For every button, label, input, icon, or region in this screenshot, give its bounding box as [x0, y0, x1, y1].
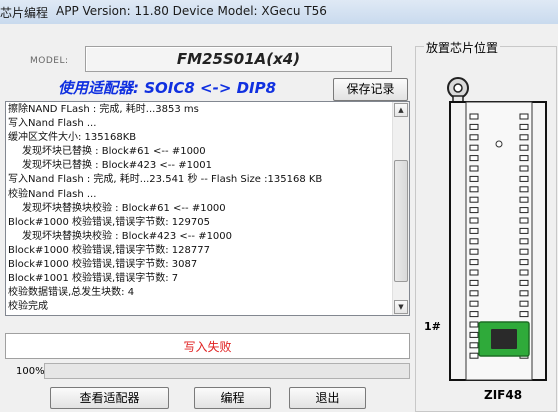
- exit-button[interactable]: 退出: [289, 387, 366, 409]
- socket-marker: [495, 140, 503, 148]
- title-bar: 芯片编程 APP Version: 11.80 Device Model: XG…: [0, 0, 558, 25]
- socket-pin-left: [469, 290, 479, 297]
- log-line: Block#1000 校验错误,错误字节数: 3087: [8, 259, 198, 271]
- socket-pin-left: [469, 217, 479, 224]
- socket-pin-right: [519, 238, 529, 245]
- socket-pin-right: [519, 248, 529, 255]
- socket-pin-left: [469, 186, 479, 193]
- socket-pin-left: [469, 259, 479, 266]
- socket-pin-left: [469, 321, 479, 328]
- socket-pin-left: [469, 279, 479, 286]
- socket-pin-left: [469, 311, 479, 318]
- socket-pin-right: [519, 175, 529, 182]
- socket-pin-left: [469, 227, 479, 234]
- progress-fill: [45, 364, 409, 378]
- scroll-up-icon[interactable]: ▲: [394, 103, 408, 117]
- log-line: 校验数据错误,总发生块数: 4: [8, 287, 135, 299]
- zif-socket-icon: [447, 77, 547, 381]
- socket-pin-left: [469, 342, 479, 349]
- socket-pin-right: [519, 311, 529, 318]
- socket-pin-left: [469, 123, 479, 130]
- socket-pin-left: [469, 113, 479, 120]
- socket-pin-left: [469, 144, 479, 151]
- chip-position-title: 放置芯片位置: [424, 39, 501, 56]
- log-panel[interactable]: 擦除NAND FLash : 完成, 耗时...3853 ms 写入Nand Fl…: [5, 101, 410, 316]
- socket-pin-right: [519, 155, 529, 162]
- socket-pin-right: [519, 134, 529, 141]
- log-line: 缓冲区文件大小: 135168KB: [8, 132, 137, 144]
- log-line: 发现坏块已替换 : Block#423 <-- #1001: [22, 160, 213, 172]
- socket-pin-right: [519, 269, 529, 276]
- log-line: 写入Nand Flash ...: [8, 118, 97, 130]
- socket-pin-right: [519, 259, 529, 266]
- log-line: Block#1000 校验错误,错误字节数: 129705: [8, 216, 210, 228]
- log-line: Block#1000 校验错误,错误字节数: 128777: [8, 244, 210, 256]
- socket-pin-right: [519, 279, 529, 286]
- socket-pin-left: [469, 269, 479, 276]
- socket-pin-left: [469, 207, 479, 214]
- socket-pin-left: [469, 352, 479, 359]
- socket-pin-right: [519, 113, 529, 120]
- socket-pin-right: [519, 186, 529, 193]
- socket-pin-left: [469, 155, 479, 162]
- app-info: APP Version: 11.80 Device Model: XGecu T…: [56, 4, 327, 18]
- model-label: MODEL:: [30, 56, 69, 66]
- socket-pin-left: [469, 248, 479, 255]
- adapter-info: 使用适配器: SOIC8 <-> DIP8: [58, 79, 277, 97]
- progress-bar: [44, 363, 410, 379]
- status-text: 写入失败: [183, 340, 232, 354]
- view-adapter-button[interactable]: 查看适配器: [50, 387, 169, 409]
- socket-label: ZIF48: [484, 388, 523, 402]
- log-line: Block#1001 校验错误,错误字节数: 7: [8, 273, 179, 285]
- socket-pin-right: [519, 123, 529, 130]
- log-line: 发现坏块替换块校验 : Block#61 <-- #1000: [22, 202, 226, 214]
- socket-pin-left: [469, 331, 479, 338]
- save-log-button[interactable]: 保存记录: [333, 78, 408, 101]
- socket-pin-right: [519, 227, 529, 234]
- socket-pin-left: [469, 300, 479, 307]
- adapter-board: [478, 321, 530, 357]
- log-line: 写入Nand Flash : 完成, 耗时...23.541 秒 -- Flas…: [8, 174, 323, 186]
- program-button[interactable]: 编程: [194, 387, 271, 409]
- socket-pin-left: [469, 238, 479, 245]
- scroll-thumb[interactable]: [394, 160, 408, 282]
- log-line: 擦除NAND FLash : 完成, 耗时...3853 ms: [8, 104, 199, 115]
- status-box: 写入失败: [5, 333, 410, 359]
- log-line: 发现坏块替换块校验 : Block#423 <-- #1000: [22, 230, 233, 242]
- scroll-down-icon[interactable]: ▼: [394, 300, 408, 314]
- log-line: 校验Nand Flash ...: [8, 188, 97, 200]
- log-lines: 擦除NAND FLash : 完成, 耗时...3853 ms 写入Nand Fl…: [8, 103, 392, 314]
- socket-pin-left: [469, 175, 479, 182]
- log-line: 校验完成: [8, 301, 48, 313]
- socket-pin-left: [469, 134, 479, 141]
- progress-percent: 100%: [16, 366, 45, 377]
- socket-pin-left: [469, 165, 479, 172]
- app-title: 芯片编程: [0, 6, 49, 20]
- socket-pin-right: [519, 290, 529, 297]
- socket-pin-left: [469, 196, 479, 203]
- model-value: FM25S01A(x4): [176, 50, 301, 68]
- socket-pin-right: [519, 300, 529, 307]
- model-field: FM25S01A(x4): [85, 46, 392, 72]
- socket-pin-right: [519, 196, 529, 203]
- socket-pin-right: [519, 144, 529, 151]
- log-scrollbar[interactable]: ▲ ▼: [392, 102, 409, 315]
- socket-pin-right: [519, 165, 529, 172]
- socket-pin-right: [519, 217, 529, 224]
- pin1-label: 1#: [424, 320, 441, 333]
- socket-pin-right: [519, 207, 529, 214]
- log-line: 发现坏块已替换 : Block#61 <-- #1000: [22, 146, 206, 158]
